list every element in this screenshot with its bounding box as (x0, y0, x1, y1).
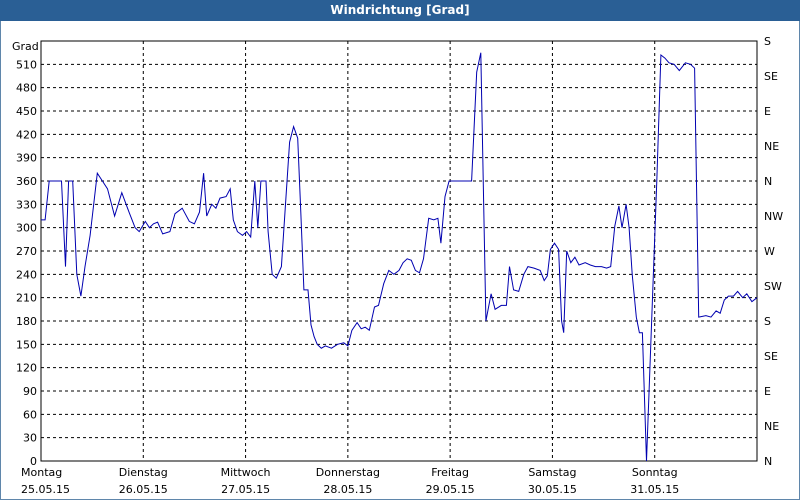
x-tick-day: Dienstag (119, 466, 168, 479)
series-line (41, 52, 758, 462)
y2-tick-label: NE (764, 140, 779, 153)
y2-tick-label: E (764, 105, 771, 118)
x-tick-date: 25.05.15 (21, 483, 70, 496)
y-tick-label: 240 (16, 268, 37, 281)
y2-tick-label: E (764, 385, 771, 398)
y2-tick-label: SE (764, 350, 778, 363)
y2-tick-label: SE (764, 70, 778, 83)
y-tick-label: 510 (16, 58, 37, 71)
y-tick-label: 420 (16, 128, 37, 141)
x-axis: Montag 25.05.15 Dienstag 26.05.15 Mittwoch 27… (21, 466, 679, 496)
y-tick-label: 480 (16, 82, 37, 95)
x-tick-day: Freitag (431, 466, 469, 479)
y-tick-label: 390 (16, 152, 37, 165)
y-tick-label: 450 (16, 105, 37, 118)
y-tick-label: 90 (23, 385, 37, 398)
y-axis-left: 0306090120150180210240270300330360390420… (16, 58, 37, 468)
y-tick-label: 360 (16, 175, 37, 188)
y-axis-label: Grad (12, 40, 39, 53)
y2-tick-label: N (764, 455, 772, 468)
y-tick-label: 120 (16, 362, 37, 375)
y-tick-label: 30 (23, 432, 37, 445)
x-tick-date: 26.05.15 (119, 483, 168, 496)
x-tick-date: 29.05.15 (426, 483, 475, 496)
x-tick-date: 30.05.15 (528, 483, 577, 496)
y-tick-label: 330 (16, 198, 37, 211)
x-tick-day: Montag (21, 466, 62, 479)
x-tick-day: Samstag (528, 466, 576, 479)
y2-tick-label: W (764, 245, 775, 258)
grid (41, 40, 757, 461)
y-tick-label: 60 (23, 408, 37, 421)
x-tick-day: Donnerstag (316, 466, 380, 479)
x-tick-day: Mittwoch (221, 466, 271, 479)
y-axis-right: N NE E SE S SW W NW N NE E SE S (764, 35, 783, 468)
y-tick-label: 150 (16, 338, 37, 351)
y2-tick-label: S (764, 35, 771, 48)
y2-tick-label: NE (764, 420, 779, 433)
y-tick-label: 270 (16, 245, 37, 258)
x-tick-day: Sonntag (632, 466, 678, 479)
x-tick-date: 31.05.15 (630, 483, 679, 496)
x-tick-date: 28.05.15 (323, 483, 372, 496)
y-tick-label: 180 (16, 315, 37, 328)
line-chart: 0306090120150180210240270300330360390420… (12, 35, 783, 496)
y2-tick-label: NW (764, 210, 783, 223)
y-tick-label: 210 (16, 292, 37, 305)
x-tick-date: 27.05.15 (221, 483, 270, 496)
y-tick-label: 300 (16, 222, 37, 235)
y2-tick-label: S (764, 315, 771, 328)
y2-tick-label: SW (764, 280, 782, 293)
y2-tick-label: N (764, 175, 772, 188)
